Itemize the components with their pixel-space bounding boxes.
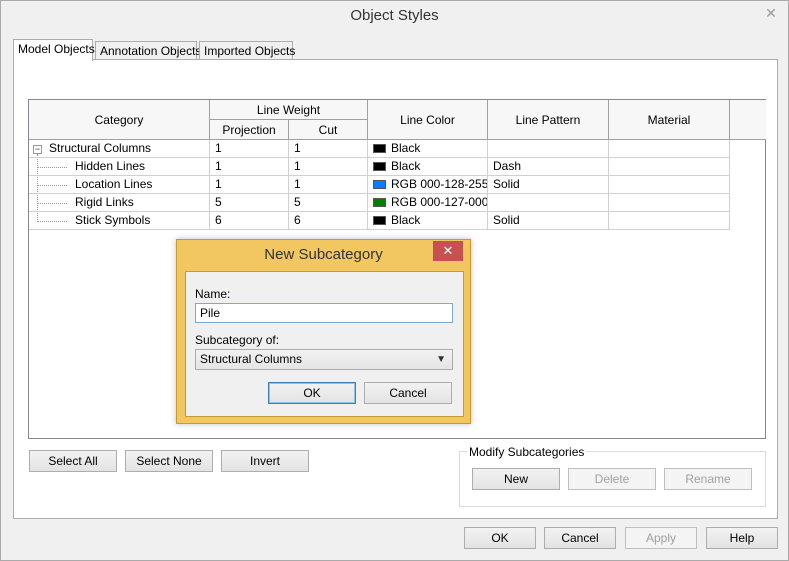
window-title: Object Styles <box>350 7 439 24</box>
apply-button[interactable]: Apply <box>625 527 697 549</box>
new-subcategory-dialog: New Subcategory ✕ Name: Pile Subcategory… <box>176 239 471 424</box>
table-row-category[interactable]: Location Lines <box>29 176 210 194</box>
cell-line-color[interactable]: Black <box>368 158 488 176</box>
subcategory-of-select[interactable]: Structural Columns ▼ <box>195 349 453 370</box>
close-icon: ✕ <box>765 5 777 21</box>
select-none-button[interactable]: Select None <box>125 450 213 472</box>
cell-projection[interactable]: 1 <box>210 176 289 194</box>
color-swatch <box>373 144 386 153</box>
header-material[interactable]: Material <box>609 100 730 140</box>
color-swatch <box>373 180 386 189</box>
header-cut[interactable]: Cut <box>289 120 368 140</box>
chevron-down-icon: ▼ <box>436 354 446 365</box>
title-bar: Object Styles ✕ <box>1 1 788 32</box>
header-projection[interactable]: Projection <box>210 120 289 140</box>
tab-annotation-objects[interactable]: Annotation Objects <box>95 41 201 61</box>
ok-button[interactable]: OK <box>464 527 536 549</box>
name-label: Name: <box>195 287 231 301</box>
header-line-weight: Line Weight <box>210 100 368 120</box>
cell-cut[interactable]: 6 <box>289 212 368 230</box>
color-swatch <box>373 162 386 171</box>
dialog-title: New Subcategory <box>264 246 383 263</box>
header-filler <box>730 100 766 140</box>
cell-line-color[interactable]: RGB 000-127-000 <box>368 194 488 212</box>
dialog-cancel-button[interactable]: Cancel <box>364 382 452 404</box>
cell-line-color[interactable]: Black <box>368 140 488 158</box>
cell-cut[interactable]: 1 <box>289 176 368 194</box>
subcategory-of-label: Subcategory of: <box>195 333 280 347</box>
color-name: Black <box>391 213 421 227</box>
color-swatch <box>373 216 386 225</box>
cell-material[interactable] <box>609 158 730 176</box>
header-line-pattern[interactable]: Line Pattern <box>488 100 609 140</box>
cell-material[interactable] <box>609 140 730 158</box>
object-styles-window: Object Styles ✕ Model Objects Annotation… <box>0 0 789 561</box>
invert-button[interactable]: Invert <box>221 450 309 472</box>
dialog-close-button[interactable]: ✕ <box>433 241 463 261</box>
color-name: Black <box>391 159 421 173</box>
color-name: RGB 000-128-255 <box>391 177 488 191</box>
color-swatch <box>373 198 386 207</box>
select-all-button[interactable]: Select All <box>29 450 117 472</box>
cancel-button[interactable]: Cancel <box>544 527 616 549</box>
table-row-category[interactable]: Structural Columns <box>29 140 210 158</box>
header-category[interactable]: Category <box>29 100 210 140</box>
cell-material[interactable] <box>609 194 730 212</box>
header-line-color[interactable]: Line Color <box>368 100 488 140</box>
cell-projection[interactable]: 1 <box>210 140 289 158</box>
cell-cut[interactable]: 1 <box>289 158 368 176</box>
table-row-category[interactable]: Rigid Links <box>29 194 210 212</box>
cell-projection[interactable]: 5 <box>210 194 289 212</box>
cell-line-pattern[interactable]: Dash <box>488 158 609 176</box>
dialog-ok-button[interactable]: OK <box>268 382 356 404</box>
help-button[interactable]: Help <box>706 527 778 549</box>
cell-projection[interactable]: 1 <box>210 158 289 176</box>
color-name: Black <box>391 141 421 155</box>
close-icon: ✕ <box>442 243 454 258</box>
color-name: RGB 000-127-000 <box>391 195 488 209</box>
cell-line-color[interactable]: Black <box>368 212 488 230</box>
table-row-category[interactable]: Hidden Lines <box>29 158 210 176</box>
cell-cut[interactable]: 5 <box>289 194 368 212</box>
cell-line-color[interactable]: RGB 000-128-255 <box>368 176 488 194</box>
cell-line-pattern[interactable] <box>488 194 609 212</box>
window-close-button[interactable]: ✕ <box>758 3 784 23</box>
cell-line-pattern[interactable]: Solid <box>488 212 609 230</box>
table-row-category[interactable]: Stick Symbols <box>29 212 210 230</box>
subcategory-of-value: Structural Columns <box>200 352 303 366</box>
modify-subcategories-label: Modify Subcategories <box>467 445 587 459</box>
new-subcategory-button[interactable]: New <box>472 468 560 490</box>
delete-subcategory-button[interactable]: Delete <box>568 468 656 490</box>
tab-model-objects[interactable]: Model Objects <box>13 39 95 61</box>
dialog-body: Name: Pile Subcategory of: Structural Co… <box>185 271 464 417</box>
cell-cut[interactable]: 1 <box>289 140 368 158</box>
name-field[interactable]: Pile <box>195 303 453 323</box>
rename-subcategory-button[interactable]: Rename <box>664 468 752 490</box>
tab-imported-objects[interactable]: Imported Objects <box>199 41 295 61</box>
cell-material[interactable] <box>609 176 730 194</box>
cell-line-pattern[interactable]: Solid <box>488 176 609 194</box>
cell-projection[interactable]: 6 <box>210 212 289 230</box>
cell-line-pattern[interactable] <box>488 140 609 158</box>
cell-material[interactable] <box>609 212 730 230</box>
